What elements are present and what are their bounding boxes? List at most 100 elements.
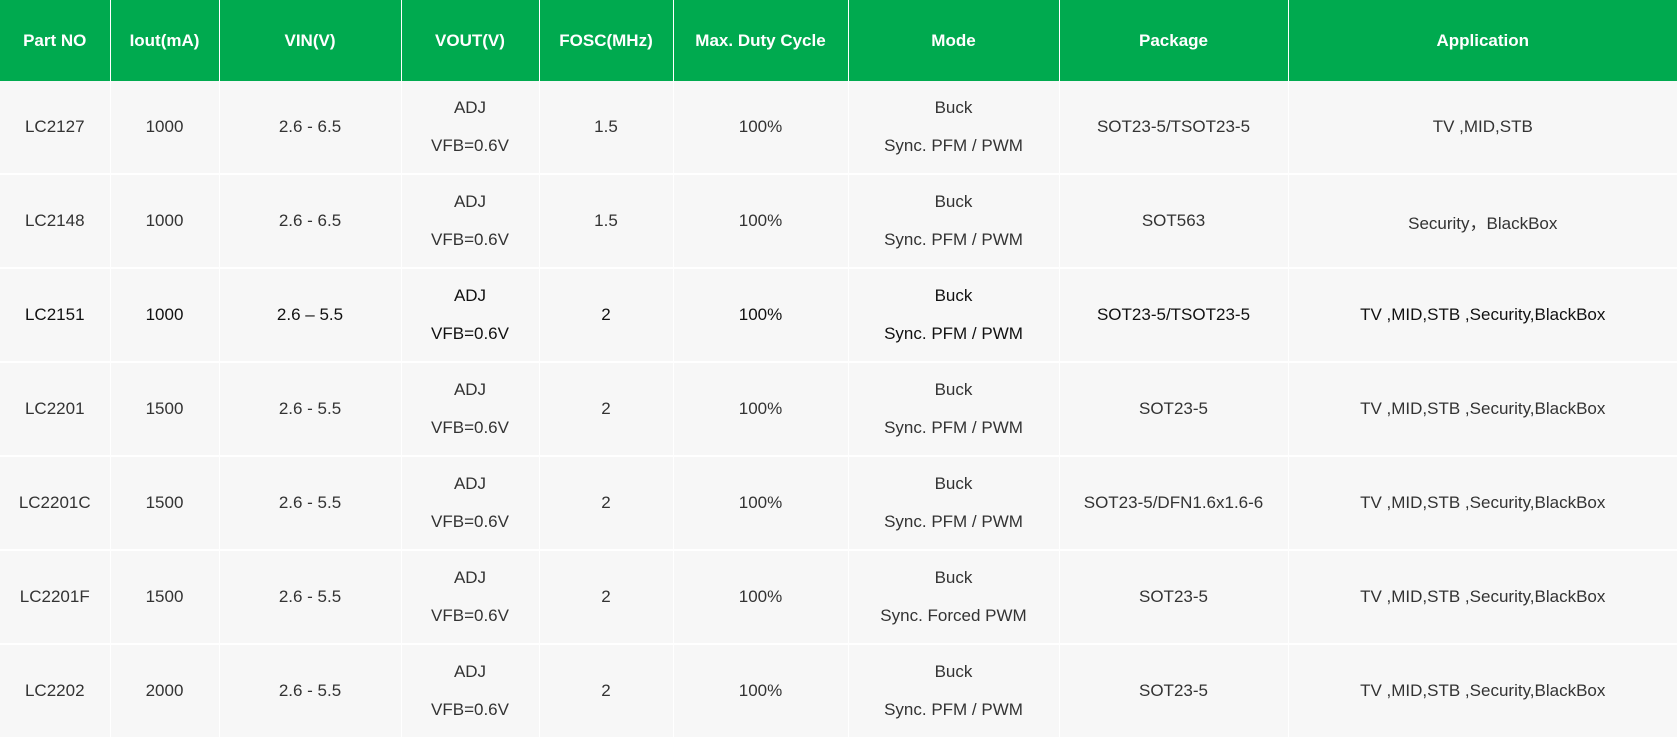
cell-mode-line1: Buck	[934, 192, 973, 211]
header-application: Application	[1288, 0, 1677, 81]
table-row: LC2201C 1500 2.6 - 5.5 ADJ VFB=0.6V 2 10…	[0, 456, 1677, 551]
cell-application: Security，BlackBox	[1288, 174, 1677, 269]
cell-vout-line2: VFB=0.6V	[431, 324, 509, 343]
cell-mode: Buck Sync. PFM / PWM	[848, 174, 1060, 269]
cell-fosc: 2	[539, 268, 674, 363]
cell-fosc: 1.5	[539, 81, 674, 175]
cell-mode-line2: Sync. PFM / PWM	[884, 136, 1023, 155]
cell-part-no: LC2201C	[0, 456, 111, 551]
cell-vout: ADJ VFB=0.6V	[401, 362, 540, 457]
cell-vout-line2: VFB=0.6V	[431, 230, 509, 249]
cell-mode: Buck Sync. PFM / PWM	[848, 81, 1060, 175]
cell-iout: 1000	[110, 268, 220, 363]
header-part-no: Part NO	[0, 0, 111, 81]
cell-package: SOT23-5	[1059, 550, 1289, 645]
cell-part-no: LC2201	[0, 362, 111, 457]
table-row: LC2201F 1500 2.6 - 5.5 ADJ VFB=0.6V 2 10…	[0, 550, 1677, 645]
cell-part-no: LC2148	[0, 174, 111, 269]
cell-mode-line1: Buck	[934, 662, 973, 681]
cell-mode-line2: Sync. PFM / PWM	[884, 512, 1023, 531]
cell-vin: 2.6 - 5.5	[219, 362, 402, 457]
cell-fosc: 2	[539, 644, 674, 738]
cell-package: SOT23-5/TSOT23-5	[1059, 268, 1289, 363]
header-iout: Iout(mA)	[110, 0, 220, 81]
cell-vout: ADJ VFB=0.6V	[401, 550, 540, 645]
cell-vin: 2.6 - 5.5	[219, 456, 402, 551]
table-body: LC2127 1000 2.6 - 6.5 ADJ VFB=0.6V 1.5 1…	[0, 81, 1677, 738]
header-mode: Mode	[848, 0, 1060, 81]
cell-iout: 1000	[110, 174, 220, 269]
table-row: LC2148 1000 2.6 - 6.5 ADJ VFB=0.6V 1.5 1…	[0, 174, 1677, 269]
cell-iout: 2000	[110, 644, 220, 738]
cell-duty: 100%	[673, 81, 849, 175]
cell-vin: 2.6 - 6.5	[219, 81, 402, 175]
cell-duty: 100%	[673, 362, 849, 457]
cell-application: TV ,MID,STB ,Security,BlackBox	[1288, 268, 1677, 363]
header-max-duty-cycle: Max. Duty Cycle	[673, 0, 849, 81]
cell-package: SOT23-5	[1059, 644, 1289, 738]
cell-mode-line1: Buck	[934, 98, 973, 117]
cell-vout-line2: VFB=0.6V	[431, 418, 509, 437]
cell-part-no: LC2202	[0, 644, 111, 738]
header-row: Part NO Iout(mA) VIN(V) VOUT(V) FOSC(MHz…	[0, 0, 1677, 81]
cell-part-no: LC2201F	[0, 550, 111, 645]
header-package: Package	[1059, 0, 1289, 81]
cell-mode-line1: Buck	[934, 474, 973, 493]
table-header: Part NO Iout(mA) VIN(V) VOUT(V) FOSC(MHz…	[0, 0, 1677, 81]
cell-vout-line1: ADJ	[453, 380, 487, 399]
cell-part-no: LC2151	[0, 268, 111, 363]
cell-vout-line1: ADJ	[453, 662, 487, 681]
header-fosc: FOSC(MHz)	[539, 0, 674, 81]
cell-mode: Buck Sync. PFM / PWM	[848, 456, 1060, 551]
cell-iout: 1500	[110, 456, 220, 551]
cell-fosc: 2	[539, 550, 674, 645]
cell-fosc: 2	[539, 456, 674, 551]
table-row: LC2202 2000 2.6 - 5.5 ADJ VFB=0.6V 2 100…	[0, 644, 1677, 738]
cell-duty: 100%	[673, 456, 849, 551]
cell-package: SOT23-5/DFN1.6x1.6-6	[1059, 456, 1289, 551]
cell-duty: 100%	[673, 174, 849, 269]
cell-duty: 100%	[673, 268, 849, 363]
cell-vout: ADJ VFB=0.6V	[401, 268, 540, 363]
cell-mode-line2: Sync. PFM / PWM	[884, 230, 1023, 249]
cell-vin: 2.6 – 5.5	[219, 268, 402, 363]
header-vout: VOUT(V)	[401, 0, 540, 81]
cell-iout: 1000	[110, 81, 220, 175]
cell-package: SOT563	[1059, 174, 1289, 269]
cell-vout-line1: ADJ	[453, 192, 487, 211]
cell-vout-line2: VFB=0.6V	[431, 136, 509, 155]
cell-duty: 100%	[673, 644, 849, 738]
cell-vout: ADJ VFB=0.6V	[401, 456, 540, 551]
cell-mode-line1: Buck	[934, 380, 973, 399]
cell-application: TV ,MID,STB ,Security,BlackBox	[1288, 456, 1677, 551]
cell-vout: ADJ VFB=0.6V	[401, 174, 540, 269]
cell-iout: 1500	[110, 362, 220, 457]
cell-mode-line2: Sync. Forced PWM	[880, 606, 1027, 625]
cell-iout: 1500	[110, 550, 220, 645]
cell-package: SOT23-5	[1059, 362, 1289, 457]
cell-vin: 2.6 - 5.5	[219, 644, 402, 738]
cell-vout-line1: ADJ	[453, 568, 487, 587]
cell-fosc: 2	[539, 362, 674, 457]
cell-vout-line2: VFB=0.6V	[431, 512, 509, 531]
cell-mode-line2: Sync. PFM / PWM	[884, 418, 1023, 437]
cell-mode-line1: Buck	[934, 286, 973, 305]
cell-vin: 2.6 - 5.5	[219, 550, 402, 645]
cell-vout-line2: VFB=0.6V	[431, 606, 509, 625]
cell-vout-line1: ADJ	[453, 286, 487, 305]
cell-part-no: LC2127	[0, 81, 111, 175]
cell-vout: ADJ VFB=0.6V	[401, 644, 540, 738]
cell-fosc: 1.5	[539, 174, 674, 269]
product-spec-table: Part NO Iout(mA) VIN(V) VOUT(V) FOSC(MHz…	[0, 0, 1677, 738]
table-row: LC2151 1000 2.6 – 5.5 ADJ VFB=0.6V 2 100…	[0, 268, 1677, 363]
cell-mode: Buck Sync. PFM / PWM	[848, 362, 1060, 457]
cell-vout-line1: ADJ	[453, 474, 487, 493]
cell-mode: Buck Sync. Forced PWM	[848, 550, 1060, 645]
cell-package: SOT23-5/TSOT23-5	[1059, 81, 1289, 175]
cell-application: TV ,MID,STB ,Security,BlackBox	[1288, 362, 1677, 457]
table-row: LC2127 1000 2.6 - 6.5 ADJ VFB=0.6V 1.5 1…	[0, 81, 1677, 175]
table-row: LC2201 1500 2.6 - 5.5 ADJ VFB=0.6V 2 100…	[0, 362, 1677, 457]
cell-application: TV ,MID,STB ,Security,BlackBox	[1288, 644, 1677, 738]
cell-vin: 2.6 - 6.5	[219, 174, 402, 269]
cell-vout-line2: VFB=0.6V	[431, 700, 509, 719]
